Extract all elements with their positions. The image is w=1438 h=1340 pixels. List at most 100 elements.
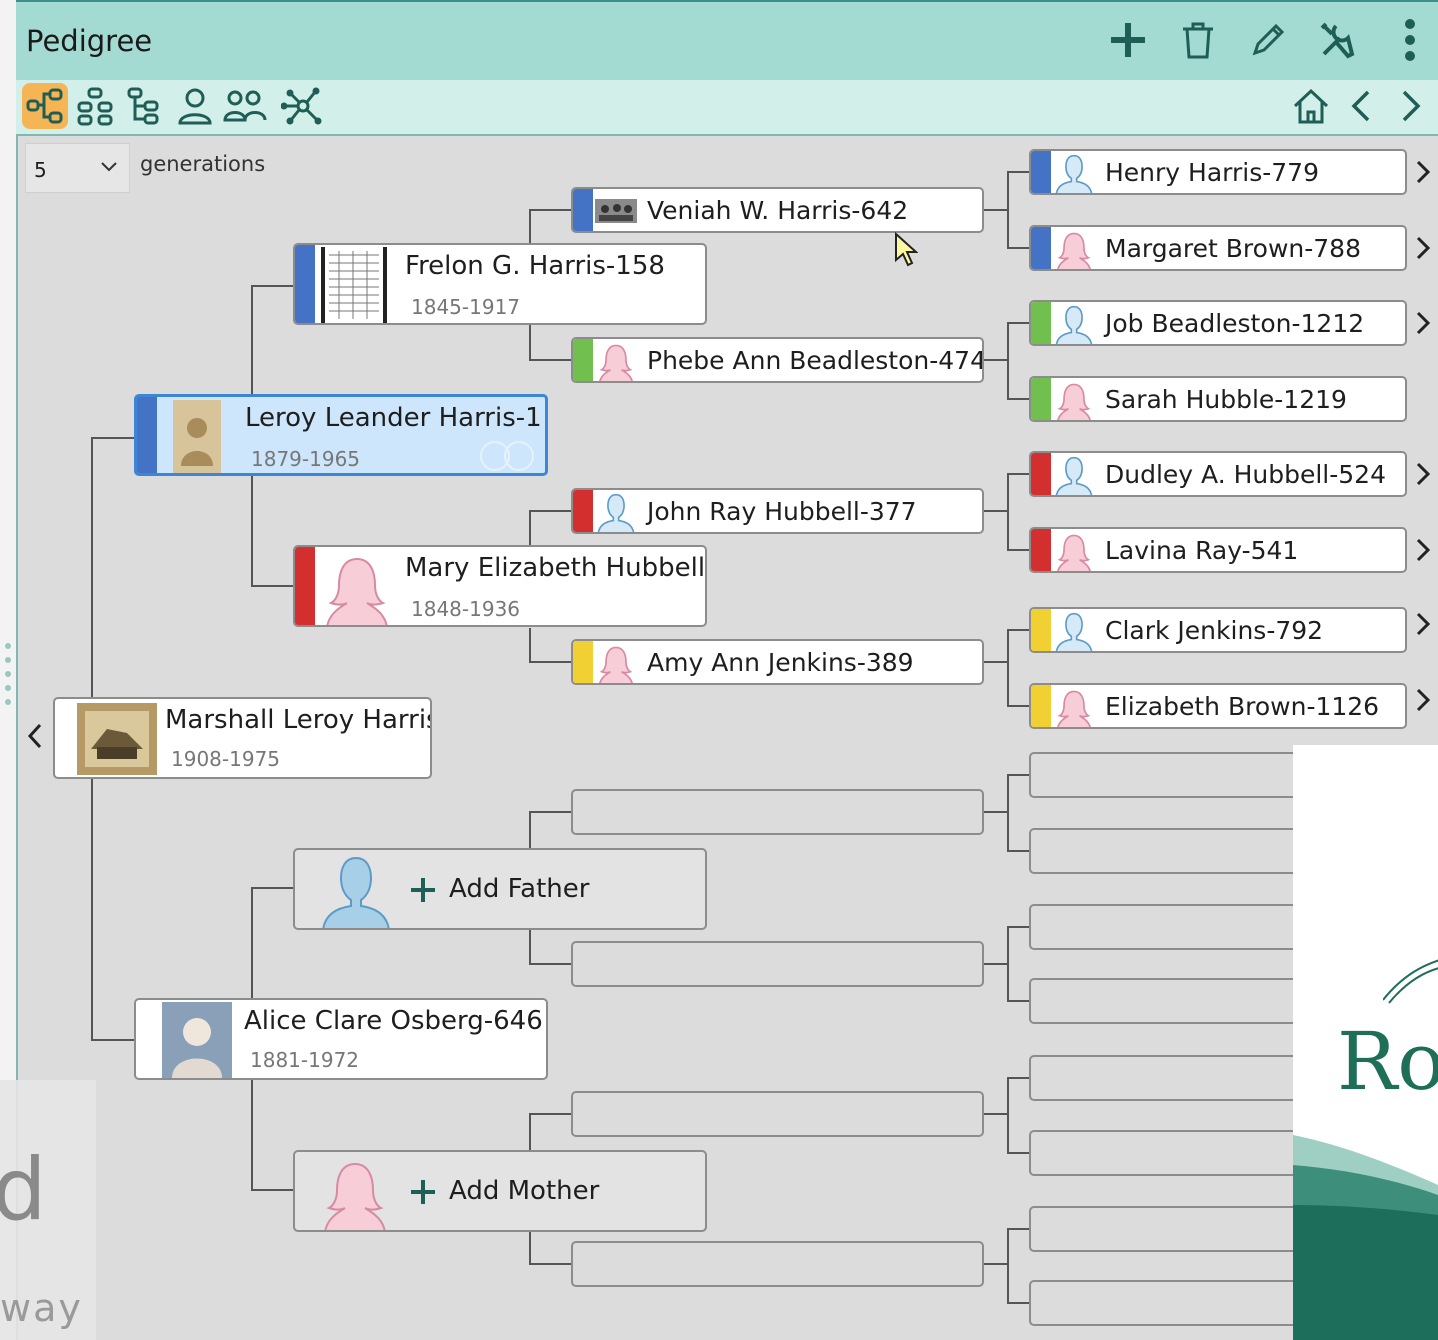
- person-card-g4[interactable]: Clark Jenkins-792: [1029, 607, 1407, 653]
- family-color-bar: [573, 339, 593, 381]
- family-color-bar: [1031, 685, 1051, 727]
- mouse-cursor-icon: [895, 232, 918, 267]
- splitter-grip-icon[interactable]: [2, 640, 14, 708]
- male-silhouette-icon: [1055, 612, 1093, 651]
- rings-icon: [480, 441, 534, 471]
- empty-person-slot[interactable]: [571, 1241, 984, 1287]
- person-card-g3[interactable]: John Ray Hubbell-377: [571, 488, 984, 534]
- expand-ancestors-button[interactable]: [1410, 303, 1436, 343]
- person-name: Margaret Brown-788: [1105, 234, 1361, 263]
- person-name: Lavina Ray-541: [1105, 536, 1299, 565]
- female-silhouette-icon: [326, 557, 388, 625]
- family-color-bar: [137, 397, 157, 473]
- person-card-g3[interactable]: Veniah W. Harris-642: [571, 187, 984, 233]
- person-photo: [321, 247, 387, 323]
- person-name: Leroy Leander Harris-1: [245, 403, 542, 433]
- expand-ancestors-button[interactable]: [1410, 228, 1436, 268]
- person-card-g3[interactable]: Amy Ann Jenkins-389: [571, 639, 984, 685]
- person-name: Alice Clare Osberg-646: [244, 1006, 543, 1036]
- empty-person-slot[interactable]: [571, 789, 984, 835]
- male-silhouette-icon: [1055, 456, 1093, 495]
- female-silhouette-icon: [1057, 690, 1091, 727]
- person-card-g3[interactable]: Phebe Ann Beadleston-474: [571, 337, 984, 383]
- person-card-root[interactable]: Marshall Leroy Harris- 1908-1975: [53, 697, 432, 779]
- chevron-left-icon: [27, 723, 42, 749]
- person-card-g4[interactable]: Sarah Hubble-1219: [1029, 376, 1407, 422]
- family-color-bar: [295, 245, 315, 323]
- person-dates: 1908-1975: [171, 747, 281, 771]
- person-card-grandfather[interactable]: Frelon G. Harris-158 1845-1917: [293, 243, 707, 325]
- person-name: Elizabeth Brown-1126: [1105, 692, 1380, 721]
- family-color-bar: [573, 641, 593, 683]
- person-name: Frelon G. Harris-158: [405, 251, 665, 281]
- person-dates: 1881-1972: [250, 1048, 360, 1072]
- family-color-bar: [573, 189, 593, 231]
- portrait-photo-icon: [172, 1018, 222, 1078]
- empty-person-slot[interactable]: [571, 1091, 984, 1137]
- watermark-text: way: [0, 1286, 83, 1330]
- male-silhouette-icon: [1055, 305, 1093, 344]
- family-color-bar: [1031, 151, 1051, 193]
- chevron-right-icon: [1416, 462, 1431, 486]
- add-father-label: Add Father: [449, 874, 590, 904]
- female-silhouette-icon: [1057, 232, 1091, 269]
- navigate-child-button[interactable]: [22, 716, 48, 756]
- chevron-right-icon: [1416, 538, 1431, 562]
- watermark-letter: d: [0, 1140, 47, 1240]
- expand-ancestors-button[interactable]: [1410, 680, 1436, 720]
- family-color-bar: [1031, 227, 1051, 269]
- person-card-g4[interactable]: Lavina Ray-541: [1029, 527, 1407, 573]
- male-silhouette-icon: [322, 856, 390, 928]
- expand-ancestors-button[interactable]: [1410, 454, 1436, 494]
- plus-icon: [411, 1180, 435, 1204]
- house-photo-icon: [85, 711, 149, 767]
- family-color-bar: [295, 547, 315, 625]
- add-mother-card[interactable]: Add Mother: [293, 1150, 707, 1232]
- chevron-right-icon: [1416, 236, 1431, 260]
- person-card-g4[interactable]: Henry Harris-779: [1029, 149, 1407, 195]
- logo-overlay: Ro: [1293, 745, 1438, 1340]
- person-photo: [77, 703, 157, 775]
- logo-text: Ro: [1337, 1015, 1438, 1108]
- chevron-right-icon: [1416, 311, 1431, 335]
- person-card-grandmother[interactable]: Mary Elizabeth Hubbell-: 1848-1936: [293, 545, 707, 627]
- person-dates: 1848-1936: [411, 597, 521, 621]
- group-photo-icon: [595, 199, 637, 223]
- female-silhouette-icon: [599, 344, 633, 381]
- person-dates: 1845-1917: [411, 295, 521, 319]
- person-card-g4[interactable]: Job Beadleston-1212: [1029, 300, 1407, 346]
- female-silhouette-icon: [599, 646, 633, 683]
- family-color-bar: [1031, 453, 1051, 495]
- person-name: John Ray Hubbell-377: [647, 497, 917, 526]
- female-silhouette-icon: [1057, 534, 1091, 571]
- person-name: Dudley A. Hubbell-524: [1105, 460, 1386, 489]
- chevron-right-icon: [1416, 612, 1431, 636]
- female-silhouette-icon: [1057, 383, 1091, 420]
- female-silhouette-icon: [324, 1162, 386, 1230]
- expand-ancestors-button[interactable]: [1410, 604, 1436, 644]
- person-card-g4[interactable]: Dudley A. Hubbell-524: [1029, 451, 1407, 497]
- person-name: Phebe Ann Beadleston-474: [647, 346, 984, 375]
- expand-ancestors-button[interactable]: [1410, 530, 1436, 570]
- person-photo: [173, 400, 221, 473]
- person-card-father[interactable]: Leroy Leander Harris-1 1879-1965: [134, 394, 548, 476]
- person-name: Marshall Leroy Harris-: [165, 705, 432, 735]
- family-color-bar: [1031, 378, 1051, 420]
- expand-ancestors-button[interactable]: [1410, 152, 1436, 192]
- wave-graphic: [1293, 1135, 1438, 1340]
- add-father-card[interactable]: Add Father: [293, 848, 707, 930]
- person-name: Sarah Hubble-1219: [1105, 385, 1347, 414]
- person-name: Mary Elizabeth Hubbell-:: [405, 553, 707, 583]
- person-card-g4[interactable]: Margaret Brown-788: [1029, 225, 1407, 271]
- family-color-bar: [573, 490, 593, 532]
- person-name: Henry Harris-779: [1105, 158, 1319, 187]
- family-color-bar: [1031, 302, 1051, 344]
- chevron-right-icon: [1416, 160, 1431, 184]
- person-name: Veniah W. Harris-642: [647, 196, 909, 225]
- portrait-photo-icon: [181, 418, 213, 466]
- empty-person-slot[interactable]: [571, 941, 984, 987]
- person-name: Job Beadleston-1212: [1105, 309, 1365, 338]
- person-card-mother[interactable]: Alice Clare Osberg-646 1881-1972: [134, 998, 548, 1080]
- person-card-g4[interactable]: Elizabeth Brown-1126: [1029, 683, 1407, 729]
- male-silhouette-icon: [1055, 154, 1093, 193]
